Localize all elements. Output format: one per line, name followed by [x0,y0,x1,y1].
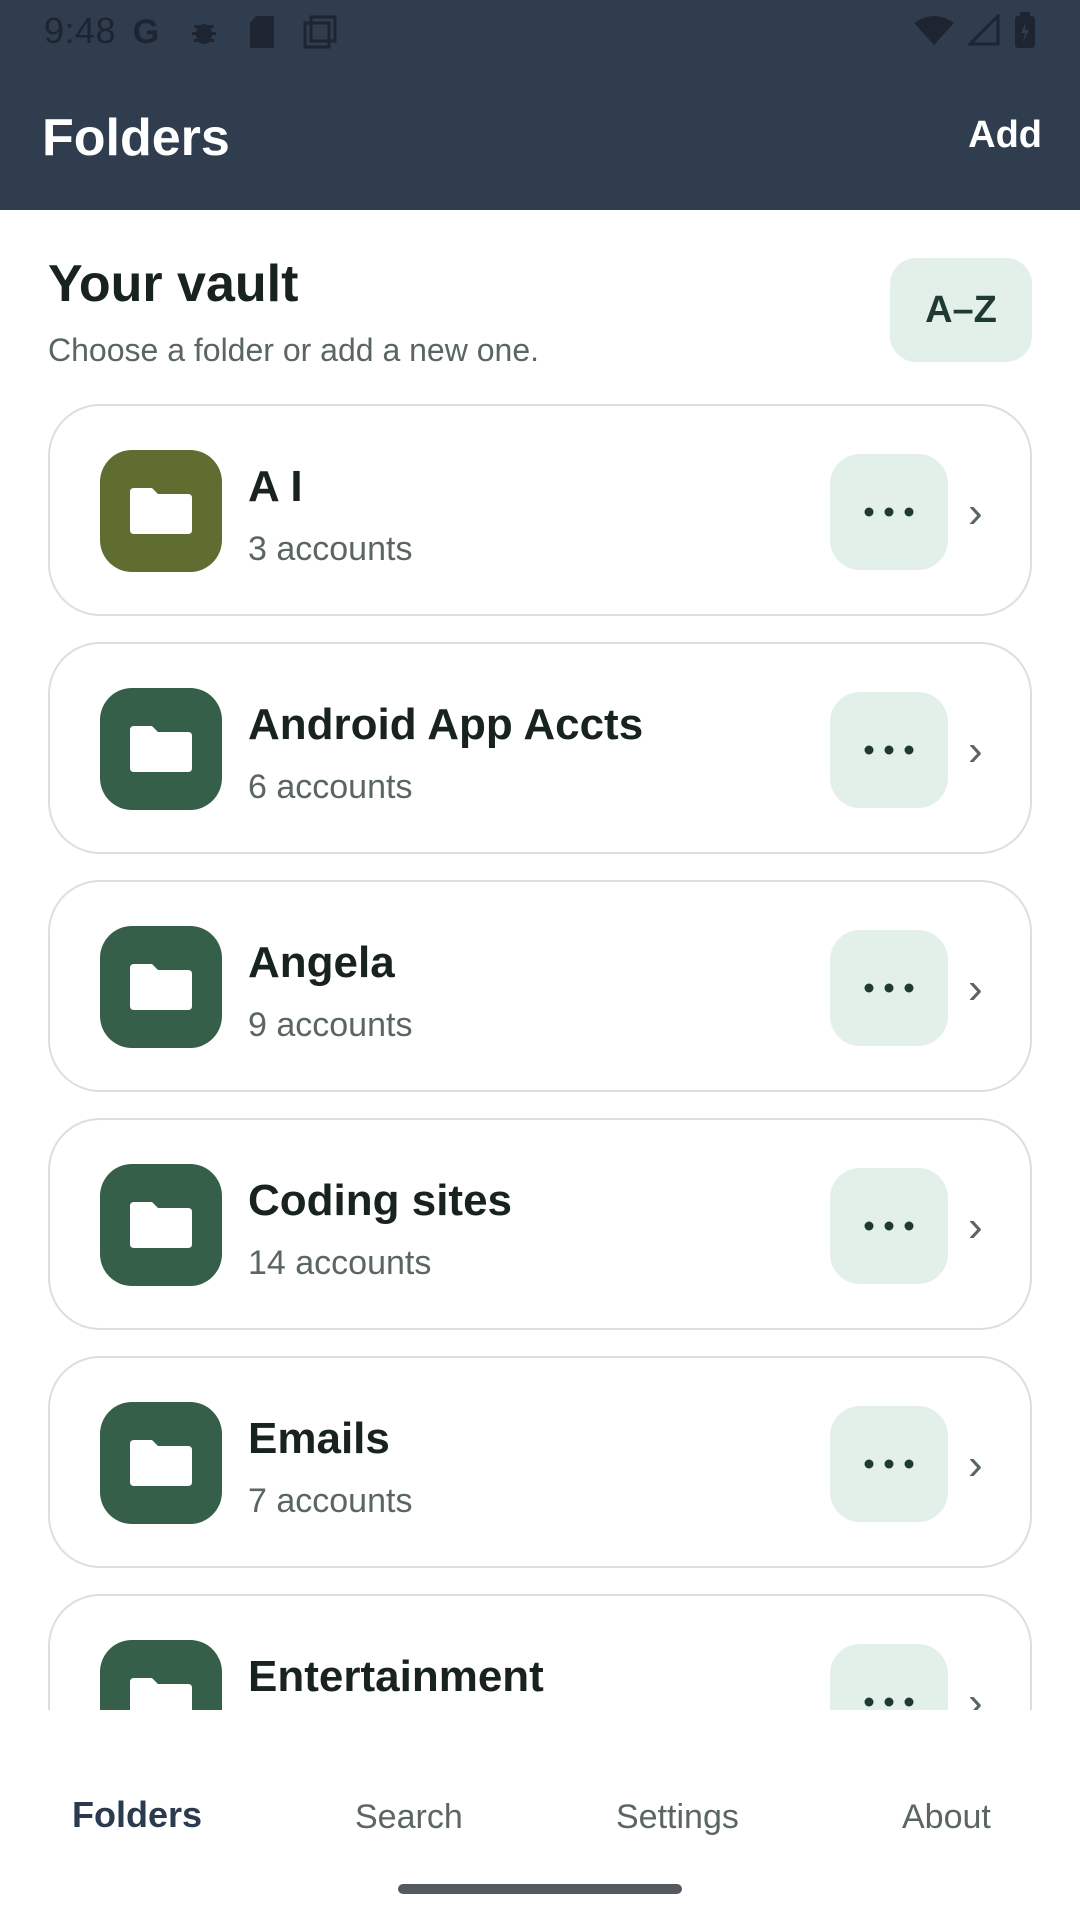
nav-item-search[interactable]: Search [355,1798,463,1837]
folder-name: Emails [248,1414,390,1463]
wifi-icon [914,15,954,50]
google-icon: G [132,12,160,51]
chevron-right-icon: › [968,726,983,775]
folder-more-button[interactable] [830,1644,948,1710]
home-indicator[interactable] [398,1884,682,1894]
more-horizontal-icon [864,1221,914,1231]
signal-icon [966,12,1000,51]
chevron-right-icon: › [968,1440,983,1489]
folder-name: A I [248,462,303,511]
battery-charging-icon [1014,12,1036,53]
folder-name: Entertainment [248,1652,544,1701]
nav-item-about[interactable]: About [902,1798,991,1837]
folder-list: A I 3 accounts › Android App Accts 6 account… [0,404,1080,1710]
folder-card[interactable]: A I 3 accounts › [48,404,1032,616]
top-app-bar: 9:48 G Folders Add [0,0,1080,210]
folder-account-count: 6 accounts [248,768,413,806]
more-horizontal-icon [864,507,914,517]
more-horizontal-icon [864,1697,914,1707]
more-horizontal-icon [864,1459,914,1469]
folder-card[interactable]: Angela 9 accounts › [48,880,1032,1092]
status-bar: 9:48 G [0,0,1080,64]
page-title: Folders [42,109,230,167]
chevron-right-icon: › [968,1202,983,1251]
folder-account-count: 14 accounts [248,1244,432,1282]
status-icons-right [914,12,1036,53]
sd-card-icon [242,12,282,52]
chevron-right-icon: › [968,1678,983,1710]
sort-az-button[interactable]: A–Z [890,258,1032,362]
folder-account-count: 9 accounts [248,1006,413,1044]
folder-account-count: 7 accounts [248,1482,413,1520]
folder-icon [100,926,222,1048]
folder-icon [100,1640,222,1710]
folder-account-count: 3 accounts [248,530,413,568]
vault-subtitle: Choose a folder or add a new one. [48,332,539,368]
more-horizontal-icon [864,745,914,755]
folder-name: Android App Accts [248,700,644,749]
folder-name: Coding sites [248,1176,513,1225]
folder-more-button[interactable] [830,454,948,570]
folder-more-button[interactable] [830,692,948,808]
folder-name: Angela [248,938,395,987]
folder-more-button[interactable] [830,930,948,1046]
add-folder-button[interactable]: Add [960,110,1050,161]
bug-icon [184,12,224,52]
nav-item-folders[interactable]: Folders [72,1794,202,1836]
folder-icon [100,688,222,810]
vault-title: Your vault [48,255,299,313]
chevron-right-icon: › [968,964,983,1013]
more-horizontal-icon [864,983,914,993]
status-icons-left: G [126,12,340,52]
status-time: 9:48 [44,10,117,51]
folder-card[interactable]: Android App Accts 6 accounts › [48,642,1032,854]
folder-more-button[interactable] [830,1406,948,1522]
folder-icon [100,1402,222,1524]
folder-icon [100,1164,222,1286]
folder-icon [100,450,222,572]
nav-item-settings[interactable]: Settings [616,1798,739,1837]
folder-card[interactable]: Coding sites 14 accounts › [48,1118,1032,1330]
chevron-right-icon: › [968,488,983,537]
folder-more-button[interactable] [830,1168,948,1284]
folder-card[interactable]: Entertainment › [48,1594,1032,1710]
folder-card[interactable]: Emails 7 accounts › [48,1356,1032,1568]
screenshot-icon [300,12,340,52]
